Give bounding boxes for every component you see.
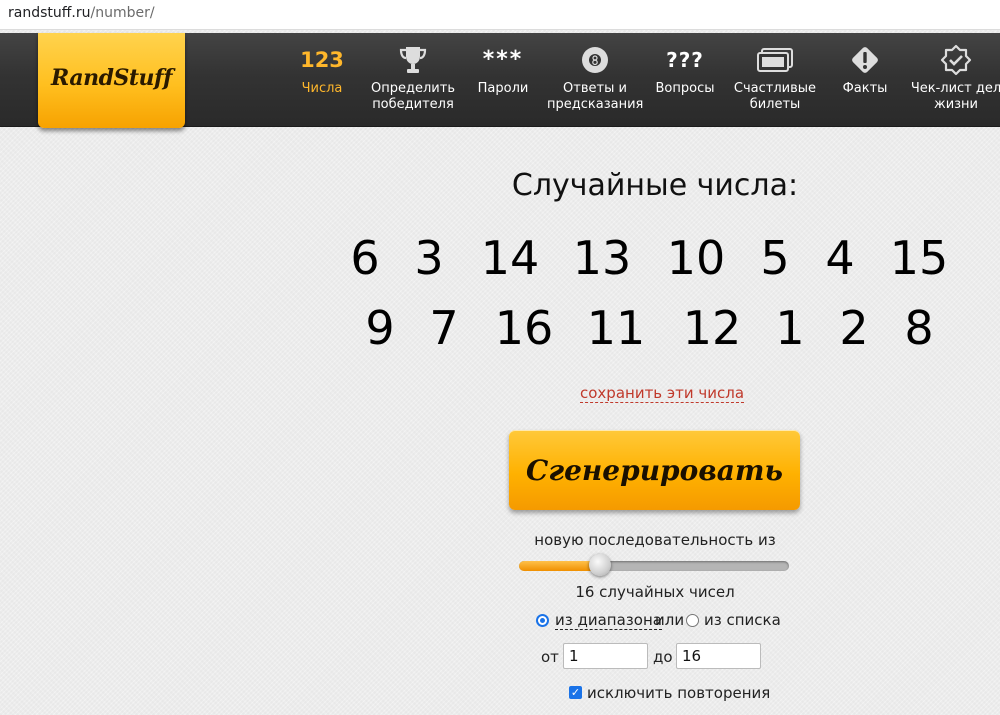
top-navigation: RandStuff 123 Числа Определить победител…: [0, 33, 1000, 128]
exclude-repeats-label[interactable]: исключить повторения: [587, 684, 770, 702]
nav-label: Числа: [301, 81, 343, 96]
save-numbers-link[interactable]: сохранить эти числа: [580, 384, 745, 403]
random-number: 10: [666, 231, 726, 285]
random-number: 6: [350, 231, 380, 285]
list-radio[interactable]: [686, 614, 699, 627]
numbers-row-2: 9 7 16 11 12 1 2 8: [330, 298, 970, 358]
random-number: 16: [494, 301, 554, 355]
nav-item-facts[interactable]: Факты: [817, 43, 913, 97]
url-host: randstuff.ru: [8, 5, 91, 21]
exclude-repeats-checkbox[interactable]: ✓: [569, 686, 582, 699]
question-marks-icon: ???: [666, 48, 704, 72]
random-number: 11: [586, 301, 646, 355]
nav-item-numbers[interactable]: 123 Числа: [274, 43, 370, 97]
nav-item-tickets[interactable]: Счастливые билеты: [727, 43, 823, 113]
nav-item-winner[interactable]: Определить победителя: [365, 43, 461, 113]
url-path: /number/: [90, 5, 155, 21]
password-stars-icon: ***: [482, 47, 524, 72]
magic-8-ball-icon: [547, 43, 643, 77]
slider-fill: [519, 561, 600, 571]
range-radio[interactable]: [536, 614, 549, 627]
tickets-icon: [727, 43, 823, 77]
random-number: 4: [825, 231, 855, 285]
generate-button[interactable]: Сгенерировать: [509, 430, 800, 510]
nav-label: Факты: [842, 81, 888, 96]
random-number: 5: [760, 231, 790, 285]
random-number: 3: [414, 231, 444, 285]
random-number: 13: [572, 231, 632, 285]
nav-item-passwords[interactable]: *** Пароли: [455, 43, 551, 97]
random-number: 8: [904, 301, 934, 355]
checklist-badge-icon: [908, 43, 1000, 77]
or-label: или: [655, 611, 685, 629]
numbers-icon: 123: [300, 48, 344, 72]
from-input[interactable]: [563, 643, 648, 669]
random-number: 2: [839, 301, 869, 355]
nav-label: Пароли: [477, 81, 529, 96]
exclamation-icon: [817, 43, 913, 77]
nav-item-answers[interactable]: Ответы и предсказания: [547, 43, 643, 113]
range-option-label[interactable]: из диапазона: [555, 611, 662, 630]
nav-label: Вопросы: [655, 81, 715, 96]
random-number: 15: [889, 231, 949, 285]
nav-item-checklist[interactable]: Чек-лист дел жизни: [908, 43, 1000, 113]
sequence-caption: новую последовательность из: [534, 531, 776, 549]
random-number: 9: [365, 301, 395, 355]
count-caption: 16 случайных чисел: [575, 583, 735, 601]
nav-label: Ответы и предсказания: [547, 81, 644, 112]
to-input[interactable]: [676, 643, 761, 669]
page-title: Случайные числа:: [511, 168, 799, 203]
nav-label: Определить победителя: [371, 81, 455, 112]
numbers-row-1: 6 3 14 13 10 5 4 15: [330, 228, 970, 288]
random-number: 7: [429, 301, 459, 355]
to-label: до: [653, 648, 673, 666]
trophy-icon: [365, 43, 461, 77]
random-number: 14: [480, 231, 540, 285]
nav-label: Счастливые билеты: [733, 81, 817, 112]
nav-label: Чек-лист дел жизни: [910, 81, 1000, 112]
random-number: 1: [775, 301, 805, 355]
list-option-label[interactable]: из списка: [704, 611, 781, 629]
address-bar[interactable]: randstuff.ru/number/: [0, 0, 1000, 30]
nav-item-questions[interactable]: ??? Вопросы: [637, 43, 733, 97]
random-number: 12: [682, 301, 742, 355]
site-logo[interactable]: RandStuff: [38, 33, 185, 128]
count-slider[interactable]: [519, 554, 789, 576]
from-label: от: [541, 648, 559, 666]
slider-handle[interactable]: [589, 554, 611, 576]
